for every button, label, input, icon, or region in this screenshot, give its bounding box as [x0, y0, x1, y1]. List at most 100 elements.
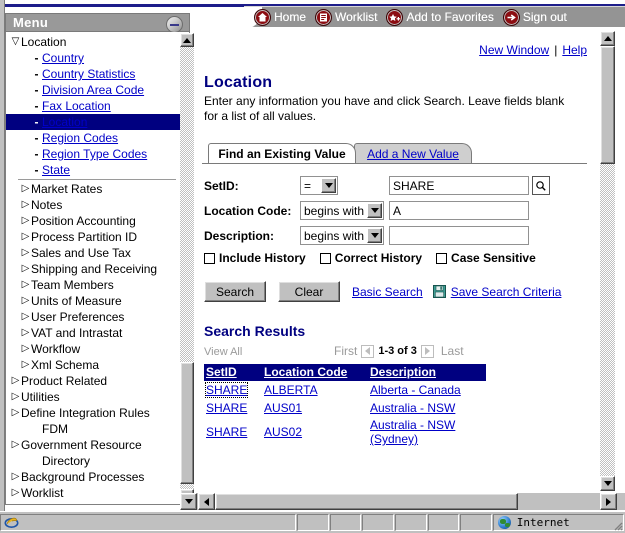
case-sensitive-checkbox[interactable]: Case Sensitive — [436, 251, 536, 265]
description-operator-select[interactable]: begins with — [300, 226, 384, 245]
menu-item-fax-location[interactable]: - Fax Location — [6, 98, 182, 114]
pager-next-button[interactable] — [420, 344, 434, 358]
menu-item-define-integration-rules[interactable]: ▷ Define Integration Rules — [6, 405, 182, 421]
menu-item-label: VAT and Intrastat — [31, 326, 123, 340]
hscroll-thumb[interactable] — [215, 493, 518, 510]
help-link[interactable]: Help — [562, 43, 587, 57]
menu-item-location[interactable]: - Location — [6, 114, 182, 130]
result-description-link[interactable]: Australia - NSW (Sydney) — [370, 418, 455, 446]
menu-item-location[interactable]: ▽ Location — [6, 34, 182, 50]
hscroll-right-button[interactable] — [600, 493, 617, 510]
column-header-description[interactable]: Description — [368, 364, 486, 381]
result-setid-link[interactable]: SHARE — [204, 382, 249, 398]
menu-scroll-up-button[interactable] — [180, 33, 194, 47]
menu-item-label[interactable]: Country Statistics — [42, 66, 135, 82]
chevron-up-icon — [183, 37, 191, 43]
menu-item-label[interactable]: Country — [42, 50, 84, 66]
menu-item-label[interactable]: Region Type Codes — [42, 146, 147, 162]
menu-item-user-preferences[interactable]: ▷ User Preferences — [6, 309, 182, 325]
correct-history-checkbox[interactable]: Correct History — [319, 251, 422, 265]
view-all-link[interactable]: View All — [204, 346, 242, 358]
menu-item-product-related[interactable]: ▷ Product Related — [6, 373, 182, 389]
menu-item-worklist[interactable]: ▷ Worklist — [6, 485, 182, 501]
nav-home[interactable]: Home — [254, 8, 306, 26]
chevron-down-icon — [321, 178, 336, 193]
page-title: Location — [204, 74, 273, 91]
setid-input[interactable]: SHARE — [389, 176, 529, 195]
setid-operator-select[interactable]: = — [300, 176, 338, 195]
clear-button[interactable]: Clear — [278, 281, 340, 302]
resize-grip[interactable] — [611, 519, 623, 531]
menu-item-team-members[interactable]: ▷ Team Members — [6, 277, 182, 293]
menu-item-background-processes[interactable]: ▷ Background Processes — [6, 469, 182, 485]
tab-add-label[interactable]: Add a New Value — [367, 147, 459, 161]
tab-find-label: Find an Existing Value — [218, 146, 346, 161]
result-code-link[interactable]: AUS01 — [264, 401, 302, 415]
basic-search-link[interactable]: Basic Search — [352, 285, 423, 299]
pager-prev-button[interactable] — [361, 344, 375, 358]
menu-item-label[interactable]: State — [42, 162, 70, 178]
menu-item-label[interactable]: Location — [42, 114, 87, 130]
menu-item-position-accounting[interactable]: ▷ Position Accounting — [6, 213, 182, 229]
nav-add-to-favorites[interactable]: Add to Favorites — [386, 8, 494, 26]
pager-last-label[interactable]: Last — [441, 344, 464, 358]
content-scroll-up-button[interactable] — [600, 31, 615, 46]
menu-item-workflow[interactable]: ▷ Workflow — [6, 341, 182, 357]
new-window-link[interactable]: New Window — [479, 43, 549, 57]
menu-item-label[interactable]: Fax Location — [42, 98, 111, 114]
result-description-link[interactable]: Alberta - Canada — [370, 383, 461, 397]
location-code-operator-select[interactable]: begins with — [300, 201, 384, 220]
menu-item-sales-and-use-tax[interactable]: ▷ Sales and Use Tax — [6, 245, 182, 261]
content-scroll-down-button[interactable] — [600, 476, 615, 491]
menu-item-region-codes[interactable]: - Region Codes — [6, 130, 182, 146]
tab-add-a-new-value[interactable]: Add a New Value — [354, 143, 472, 163]
hscroll-left-button[interactable] — [198, 493, 215, 510]
description-input[interactable] — [389, 226, 529, 245]
menu-item-government-resource[interactable]: ▷ Government Resource — [6, 437, 182, 453]
column-header-setid[interactable]: SetID — [204, 364, 262, 381]
main-content: New Window | Help Location Enter any infor… — [196, 31, 595, 491]
menu-item-label: Workflow — [31, 342, 81, 356]
chevron-right-icon: ▷ — [21, 199, 30, 210]
collapse-icon[interactable] — [166, 16, 183, 33]
menu-scroll-thumb[interactable] — [180, 362, 194, 484]
menu-item-units-of-measure[interactable]: ▷ Units of Measure — [6, 293, 182, 309]
result-code-link[interactable]: AUS02 — [264, 425, 302, 439]
menu-item-label[interactable]: Division Area Code — [42, 82, 144, 98]
location-code-input[interactable]: A — [389, 201, 529, 220]
menu-item-market-rates[interactable]: ▷ Market Rates — [6, 181, 182, 197]
menu-item-division-area-code[interactable]: - Division Area Code — [6, 82, 182, 98]
menu-item-label: Government Resource — [21, 438, 142, 452]
save-search-criteria-link[interactable]: Save Search Criteria — [451, 285, 562, 299]
menu-item-utilities[interactable]: ▷ Utilities — [6, 389, 182, 405]
menu-item-process-partition-id[interactable]: ▷ Process Partition ID — [6, 229, 182, 245]
menu-item-country[interactable]: - Country — [6, 50, 182, 66]
menu-item-tree-manager[interactable]: ▷Tree Manager — [6, 501, 182, 504]
menu-item-label[interactable]: Region Codes — [42, 130, 118, 146]
menu-item-region-type-codes[interactable]: - Region Type Codes — [6, 146, 182, 162]
menu-item-label: Product Related — [21, 374, 108, 388]
result-setid-link[interactable]: SHARE — [206, 401, 247, 415]
menu-item-notes[interactable]: ▷ Notes — [6, 197, 182, 213]
hscroll-menu-down-button[interactable] — [180, 493, 197, 510]
menu-item-state[interactable]: - State — [6, 162, 182, 178]
result-description-link[interactable]: Australia - NSW — [370, 401, 455, 415]
content-scroll-thumb[interactable] — [600, 46, 615, 164]
result-setid-link[interactable]: SHARE — [206, 425, 247, 439]
menu-item-country-statistics[interactable]: - Country Statistics — [6, 66, 182, 82]
nav-sign-out[interactable]: Sign out — [502, 8, 567, 26]
result-code-link[interactable]: ALBERTA — [264, 383, 318, 397]
menu-item-xml-schema[interactable]: ▷ Xml Schema — [6, 357, 182, 373]
table-cell-code: AUS02 — [262, 417, 368, 447]
column-header-location-code[interactable]: Location Code — [262, 364, 368, 381]
table-row: SHARE AUS01 Australia - NSW — [204, 399, 486, 417]
nav-worklist[interactable]: Worklist — [315, 8, 377, 26]
setid-lookup-button[interactable] — [532, 176, 550, 195]
menu-item-shipping-and-receiving[interactable]: ▷ Shipping and Receiving — [6, 261, 182, 277]
menu-item-vat-and-intrastat[interactable]: ▷ VAT and Intrastat — [6, 325, 182, 341]
include-history-checkbox[interactable]: Include History — [204, 251, 306, 265]
menu-item-label: Utilities — [21, 390, 60, 404]
pager-first-label[interactable]: First — [334, 344, 357, 358]
search-button[interactable]: Search — [204, 281, 266, 302]
tab-find-an-existing-value[interactable]: Find an Existing Value — [208, 143, 356, 163]
